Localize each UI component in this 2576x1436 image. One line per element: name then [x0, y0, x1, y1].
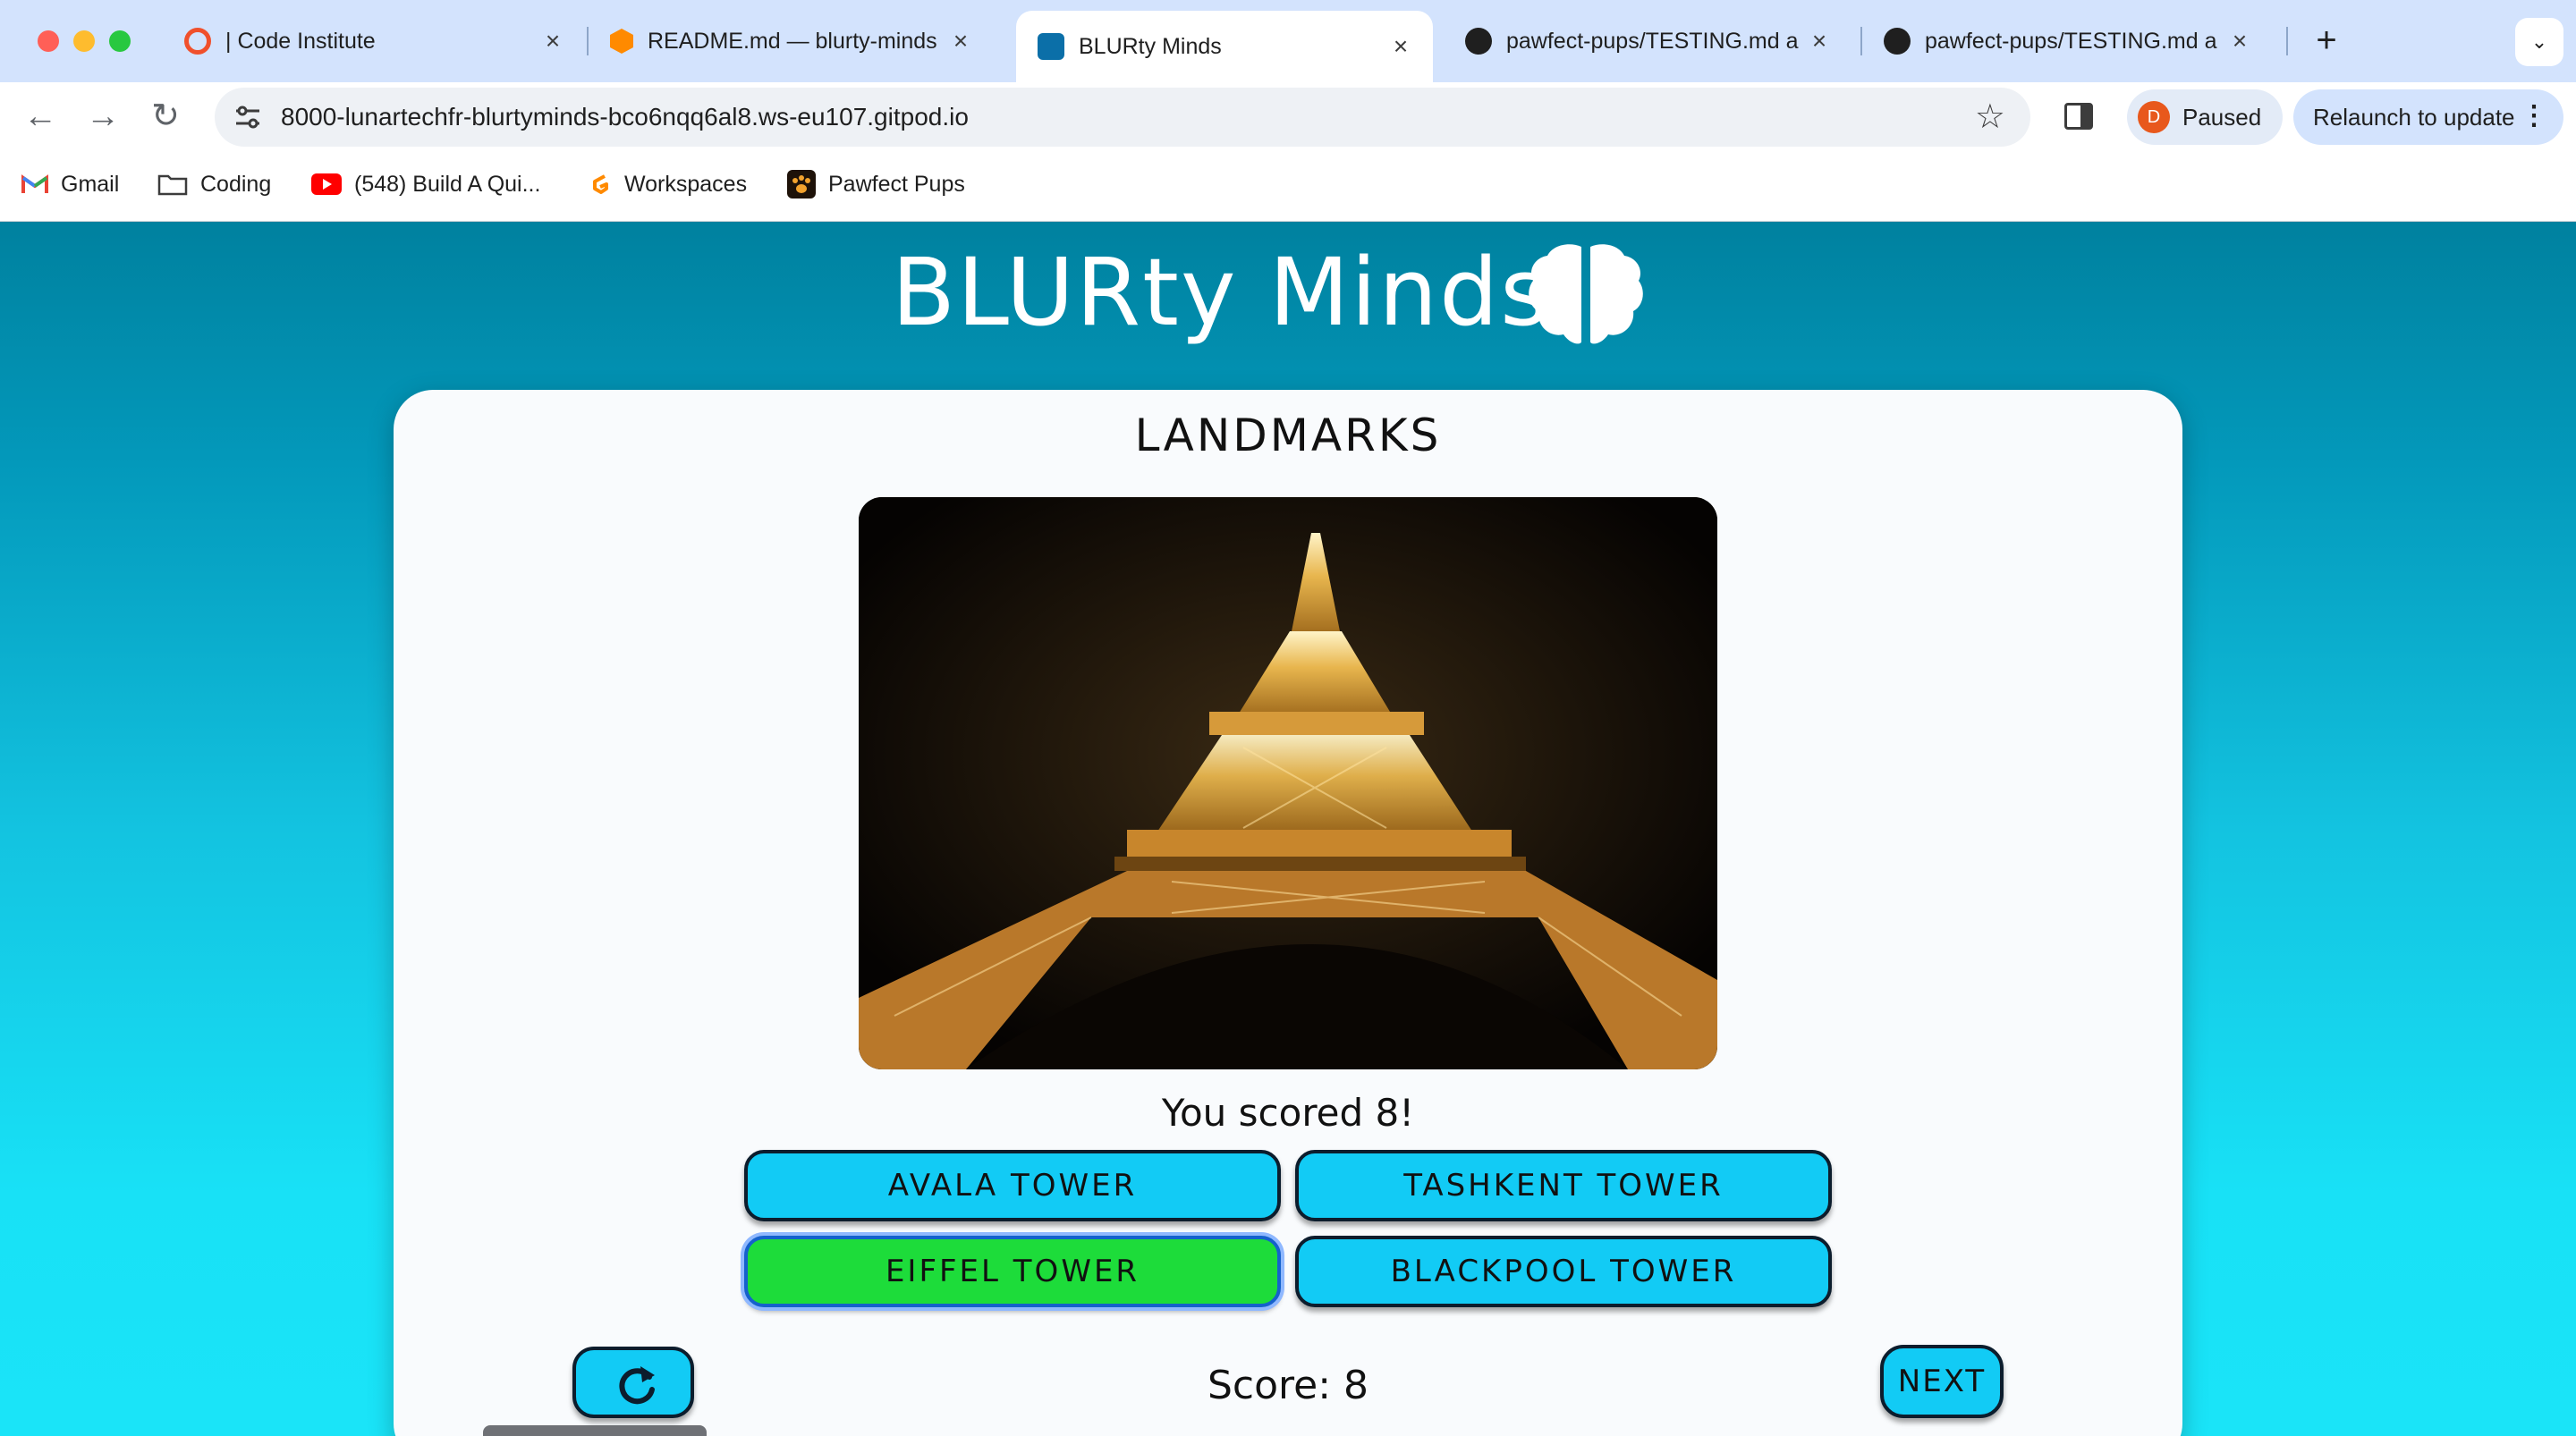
chevron-down-icon: ⌄ [2530, 30, 2548, 53]
bookmark-label: Workspaces [624, 171, 748, 197]
back-button[interactable]: ← [16, 93, 64, 141]
bookmark-pawfect-pups[interactable]: Pawfect Pups [787, 152, 965, 216]
site-title: BLURty Minds [0, 238, 2576, 347]
profile-button[interactable]: D Paused [2127, 89, 2283, 145]
quiz-card: LANDMARKS You scored 8! AVALA TOWER TASH… [394, 390, 2182, 1436]
browser-toolbar: ← → ↻ 8000-lunartechfr-blurtyminds-bco6n… [0, 82, 2576, 152]
close-icon[interactable]: × [1803, 27, 1835, 55]
brain-icon [1529, 244, 1643, 344]
browser-tab-bar: | Code Institute × README.md — blurty-mi… [0, 0, 2576, 82]
close-icon[interactable]: × [2224, 27, 2256, 55]
reload-button[interactable]: ↻ [141, 93, 190, 141]
bookmark-label: Gmail [61, 171, 120, 197]
github-icon [1465, 28, 1492, 55]
bookmarks-bar: Gmail Coding (548) Build A Qui... Worksp… [0, 152, 2576, 222]
answer-button-avala-tower[interactable]: AVALA TOWER [744, 1150, 1281, 1221]
bookmark-label: Pawfect Pups [828, 171, 965, 197]
close-icon[interactable]: × [945, 27, 977, 55]
new-tab-button[interactable]: + [2304, 20, 2349, 64]
tab-title: BLURty Minds [1079, 33, 1222, 59]
site-settings-icon[interactable] [231, 100, 265, 134]
tab-title: pawfect-pups/TESTING.md a [1506, 28, 1799, 54]
address-bar[interactable]: 8000-lunartechfr-blurtyminds-bco6nqq6al8… [215, 88, 2030, 147]
site-title-text: BLURty Minds [891, 238, 1551, 347]
window-maximize-button[interactable] [109, 30, 131, 52]
side-panel-icon[interactable] [2064, 103, 2093, 130]
gmail-icon [21, 174, 48, 194]
bookmark-youtube[interactable]: (548) Build A Qui... [311, 152, 540, 216]
more-menu-icon[interactable]: ⋮ [2521, 89, 2547, 143]
answer-button-eiffel-tower[interactable]: EIFFEL TOWER [744, 1236, 1281, 1307]
quiz-page: BLURty Minds LANDMARKS You scored 8! AVA… [0, 222, 2576, 1436]
close-icon[interactable]: × [537, 27, 569, 55]
url-text[interactable]: 8000-lunartechfr-blurtyminds-bco6nqq6al8… [281, 88, 969, 147]
bookmark-gmail[interactable]: Gmail [21, 152, 119, 216]
category-heading: LANDMARKS [1134, 410, 1442, 461]
youtube-icon [311, 173, 342, 195]
tab-pawfect-testing-1[interactable]: pawfect-pups/TESTING.md a × [1444, 13, 1852, 70]
bookmark-star-icon[interactable]: ☆ [1975, 93, 2005, 141]
tab-separator [2286, 27, 2288, 55]
relaunch-button[interactable]: Relaunch to update ⋮ [2293, 89, 2563, 145]
gitpod-icon [587, 171, 612, 198]
tab-blurty-minds[interactable]: BLURty Minds × [1016, 11, 1433, 82]
tab-title: | Code Institute [225, 28, 376, 54]
relaunch-label: Relaunch to update [2313, 104, 2515, 131]
window-close-button[interactable] [38, 30, 59, 52]
eiffel-tower-image [859, 497, 1717, 1069]
forward-button[interactable]: → [79, 93, 127, 141]
tab-search-button[interactable]: ⌄ [2515, 18, 2563, 66]
bookmark-label: (548) Build A Qui... [354, 171, 541, 197]
avatar: D [2138, 101, 2170, 133]
next-button[interactable]: NEXT [1880, 1345, 2004, 1418]
gitpod-icon [610, 29, 633, 54]
window-minimize-button[interactable] [73, 30, 95, 52]
tab-readme[interactable]: README.md — blurty-minds × [589, 13, 993, 70]
answer-button-tashkent-tower[interactable]: TASHKENT TOWER [1295, 1150, 1832, 1221]
dock-edge [483, 1425, 707, 1436]
answer-button-blackpool-tower[interactable]: BLACKPOOL TOWER [1295, 1236, 1832, 1307]
tab-pawfect-testing-2[interactable]: pawfect-pups/TESTING.md a × [1862, 13, 2272, 70]
close-icon[interactable]: × [1385, 32, 1417, 61]
folder-icon [157, 173, 188, 196]
profile-status: Paused [2182, 104, 2262, 131]
reload-icon: ↻ [151, 97, 180, 135]
github-icon [1884, 28, 1911, 55]
arrow-right-icon: → [86, 97, 120, 135]
brain-icon [1038, 33, 1064, 60]
paw-icon [787, 170, 816, 199]
question-image [859, 497, 1717, 1069]
code-institute-icon [184, 28, 211, 55]
tab-title: pawfect-pups/TESTING.md a [1925, 28, 2217, 54]
bookmark-workspaces[interactable]: Workspaces [587, 152, 747, 216]
arrow-left-icon: ← [23, 97, 57, 135]
bookmark-coding[interactable]: Coding [157, 152, 271, 216]
result-text: You scored 8! [1161, 1091, 1415, 1135]
tab-title: README.md — blurty-minds [648, 28, 937, 54]
bookmark-label: Coding [200, 171, 272, 197]
tab-code-institute[interactable]: | Code Institute × [163, 13, 585, 70]
